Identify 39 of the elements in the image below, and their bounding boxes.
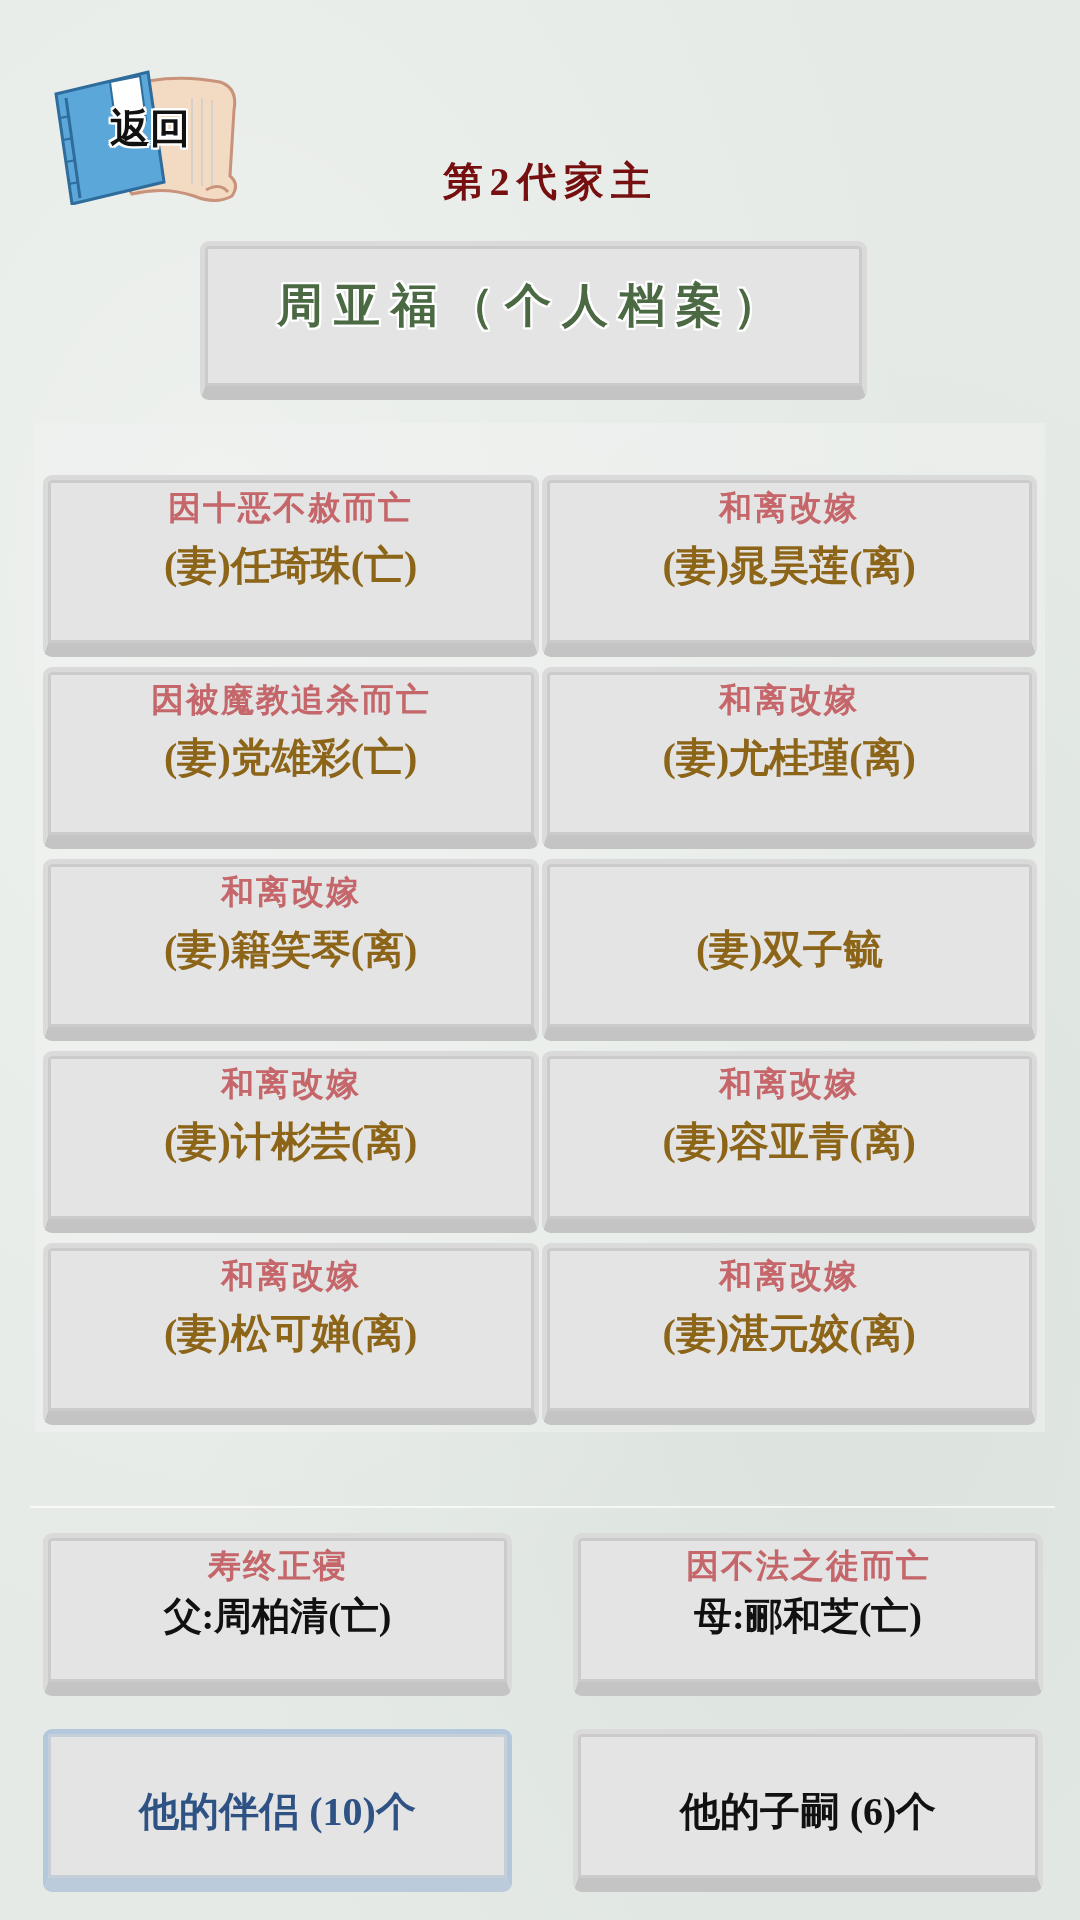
person-name: (妻)晁昊莲(离) <box>662 542 916 590</box>
status-text: 因十恶不赦而亡 <box>168 489 414 528</box>
person-name: (妻)尤桂瑾(离) <box>662 734 916 782</box>
spouse-card[interactable]: 和离改嫁 (妻)湛元姣(离) <box>541 1243 1037 1425</box>
spouse-card[interactable]: 和离改嫁 (妻)晁昊莲(离) <box>541 475 1037 657</box>
spouse-card[interactable]: 因十恶不赦而亡 (妻)任琦珠(亡) <box>43 475 539 657</box>
spouse-card[interactable]: 和离改嫁 (妻)尤桂瑾(离) <box>541 667 1037 849</box>
person-name: (妻)容亚青(离) <box>662 1118 916 1166</box>
person-name: (妻)双子毓 <box>695 926 883 974</box>
status-text: 和离改嫁 <box>220 873 361 912</box>
status-text: 寿终正寝 <box>207 1547 348 1586</box>
person-name: (妻)党雄彩(亡) <box>164 734 418 782</box>
spouse-card[interactable]: (妻)双子毓 <box>541 859 1037 1041</box>
spouse-card[interactable]: 和离改嫁 (妻)籍笑琴(离) <box>43 859 539 1041</box>
profile-button[interactable]: 周亚福（个人档案） <box>199 241 867 400</box>
person-name: (妻)松可婵(离) <box>164 1310 418 1358</box>
spouse-card[interactable]: 和离改嫁 (妻)容亚青(离) <box>541 1051 1037 1233</box>
status-text: 因被魔教追杀而亡 <box>150 681 431 720</box>
spouse-card[interactable]: 因被魔教追杀而亡 (妻)党雄彩(亡) <box>43 667 539 849</box>
tab[interactable]: 他的子嗣 (6)个 <box>573 1729 1043 1892</box>
parent-card[interactable]: 寿终正寝 父:周柏清(亡) <box>43 1533 512 1696</box>
spouse-card[interactable]: 和离改嫁 (妻)松可婵(离) <box>43 1243 539 1425</box>
person-name: 母:郦和芝(亡) <box>694 1594 922 1639</box>
person-name: (妻)计彬芸(离) <box>164 1118 418 1166</box>
page-title: 第2代家主 <box>442 159 658 205</box>
status-text: 和离改嫁 <box>719 1257 860 1296</box>
status-text: 和离改嫁 <box>719 681 860 720</box>
person-name: (妻)任琦珠(亡) <box>164 542 418 590</box>
status-text: 和离改嫁 <box>220 1257 361 1296</box>
person-name: (妻)籍笑琴(离) <box>164 926 418 974</box>
status-text: 和离改嫁 <box>220 1065 361 1104</box>
person-name: 父:周柏清(亡) <box>163 1594 392 1639</box>
spouse-card[interactable]: 和离改嫁 (妻)计彬芸(离) <box>43 1051 539 1233</box>
tab[interactable]: 他的伴侣 (10)个 <box>43 1729 512 1892</box>
parent-card[interactable]: 因不法之徒而亡 母:郦和芝(亡) <box>573 1533 1043 1696</box>
status-text: 和离改嫁 <box>719 489 860 528</box>
person-name: (妻)湛元姣(离) <box>662 1310 916 1358</box>
status-text: 和离改嫁 <box>719 1065 860 1104</box>
status-text: 因不法之徒而亡 <box>685 1547 931 1586</box>
